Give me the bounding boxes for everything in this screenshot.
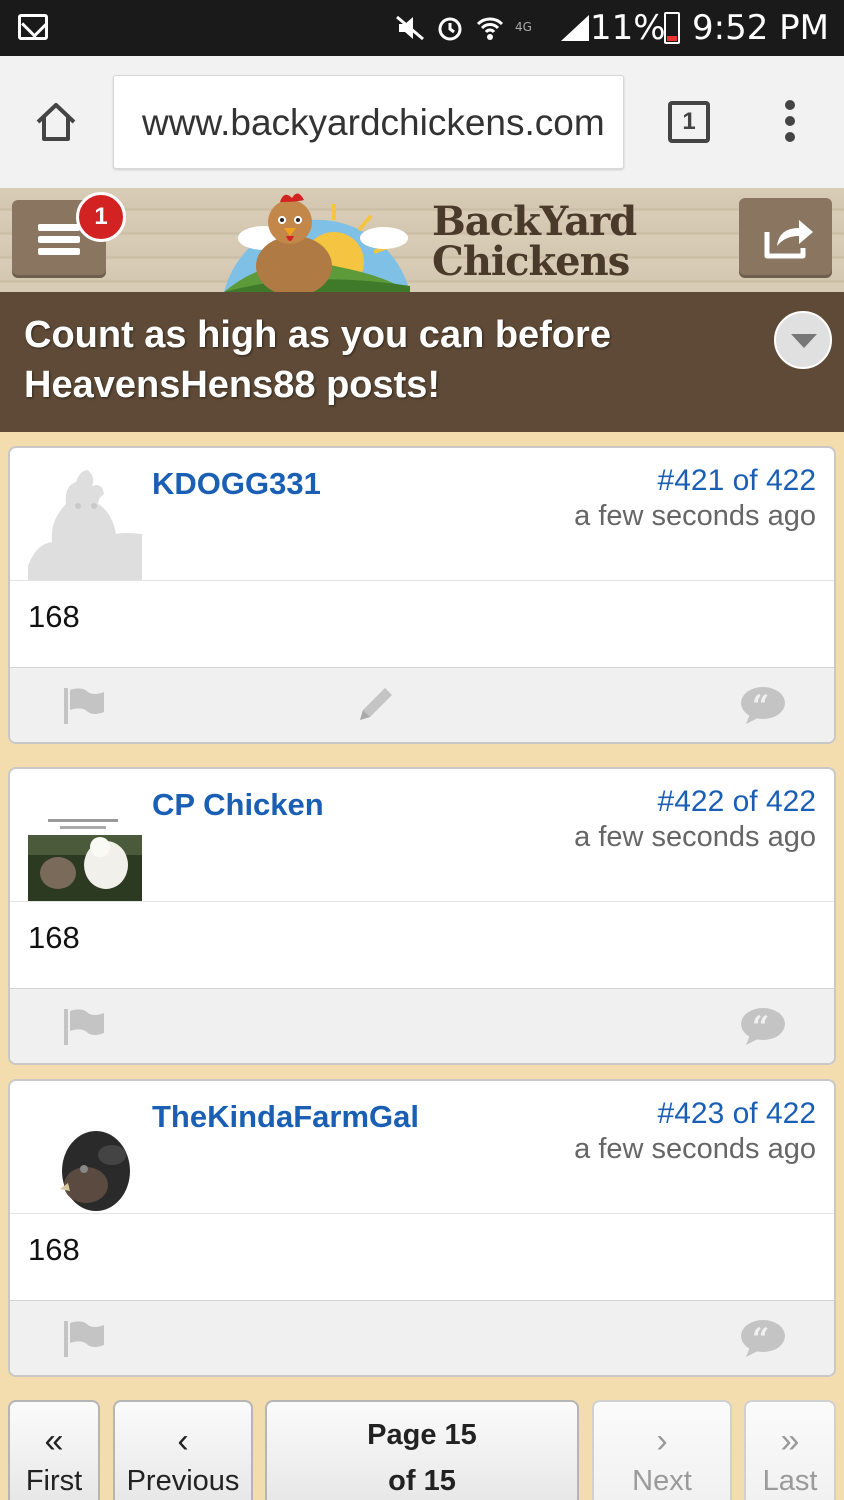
chevron-down-icon[interactable] [774,311,832,369]
post-username[interactable]: CP Chicken [152,787,324,823]
more-menu-icon[interactable] [783,100,797,146]
page-indicator-text: Page 15 of 15 [267,1412,577,1500]
url-bar[interactable]: www.backyardchickens.com [113,75,624,169]
status-icons: 4G [395,10,591,46]
chevron-right-icon: › [656,1422,668,1460]
last-page-button[interactable]: » Last [744,1400,836,1500]
last-page-label: Last [762,1465,818,1497]
flag-icon[interactable] [60,1007,106,1045]
url-text[interactable]: www.backyardchickens.com [142,102,605,144]
logo-wordmark: BackYard Chickens [432,198,637,285]
svg-text:4G: 4G [515,20,532,34]
post-header: TheKindaFarmGal #423 of 422 a few second… [10,1081,834,1214]
post-text: 168 [28,920,80,955]
quote-icon[interactable]: “ [740,1007,786,1045]
post-card: KDOGG331 #421 of 422 a few seconds ago 1… [8,446,836,744]
first-page-label: First [25,1465,83,1497]
chevron-left-icon: ‹ [177,1422,189,1460]
quote-icon[interactable]: “ [740,1319,786,1357]
post-body: 168 [10,581,834,668]
mute-icon [396,15,424,41]
thread-title-bar: Count as high as you can before HeavensH… [0,292,844,432]
share-icon [764,220,813,259]
post-actions: “ [10,989,834,1063]
edit-icon[interactable] [356,684,396,724]
site-header: 1 BackYard Chickens [0,188,844,292]
notification-badge[interactable]: 1 [76,192,126,242]
page-indicator[interactable]: Page 15 of 15 [265,1400,579,1500]
post-actions: “ [10,668,834,742]
post-text: 168 [28,1232,80,1267]
post-card: CP Chicken #422 of 422 a few seconds ago… [8,767,836,1065]
tabs-icon[interactable]: 1 [668,101,710,143]
post-username[interactable]: KDOGG331 [152,466,321,502]
double-chevron-left-icon: « [44,1422,64,1460]
mail-icon [18,14,48,40]
share-button[interactable] [739,198,832,278]
post-card: TheKindaFarmGal #423 of 422 a few second… [8,1079,836,1377]
battery-icon [664,12,680,44]
previous-page-button[interactable]: ‹ Previous [113,1400,253,1500]
status-bar: 4G 11% 9:52 PM [0,0,844,56]
avatar[interactable] [28,466,142,580]
battery-percent: 11% [590,8,666,48]
next-page-label: Next [632,1465,692,1497]
post-body: 168 [10,902,834,989]
logo-line-2: Chickens [432,238,630,285]
post-time: a few seconds ago [574,500,816,532]
svg-text:“: “ [752,1010,769,1045]
signal-icon [561,15,589,41]
post-actions: “ [10,1301,834,1375]
post-number[interactable]: #423 of 422 [658,1097,816,1131]
flag-icon[interactable] [60,1319,106,1357]
browser-toolbar: www.backyardchickens.com 1 [0,56,844,188]
next-page-button[interactable]: › Next [592,1400,732,1500]
post-header: KDOGG331 #421 of 422 a few seconds ago [10,448,834,581]
home-icon[interactable] [34,100,78,144]
post-text: 168 [28,599,80,634]
page-total: of 15 [388,1465,456,1497]
post-time: a few seconds ago [574,821,816,853]
post-number[interactable]: #421 of 422 [658,464,816,498]
post-header: CP Chicken #422 of 422 a few seconds ago [10,769,834,902]
svg-text:“: “ [752,689,769,724]
previous-page-label: Previous [126,1465,240,1497]
avatar[interactable] [28,1099,142,1213]
thread-title: Count as high as you can before HeavensH… [24,314,611,406]
post-body: 168 [10,1214,834,1301]
quote-icon[interactable]: “ [740,686,786,724]
post-time: a few seconds ago [574,1133,816,1165]
alarm-icon [438,17,462,41]
post-number[interactable]: #422 of 422 [658,785,816,819]
double-chevron-right-icon: » [780,1422,800,1460]
clock: 9:52 PM [692,8,829,48]
first-page-button[interactable]: « First [8,1400,100,1500]
post-username[interactable]: TheKindaFarmGal [152,1099,419,1135]
avatar[interactable] [28,787,142,901]
svg-text:“: “ [752,1322,769,1357]
flag-icon[interactable] [60,686,106,724]
logo-line-1: BackYard [432,198,637,245]
lte-icon: 4G [515,20,532,34]
wifi-icon [476,17,504,40]
page-current: Page 15 [367,1419,477,1451]
